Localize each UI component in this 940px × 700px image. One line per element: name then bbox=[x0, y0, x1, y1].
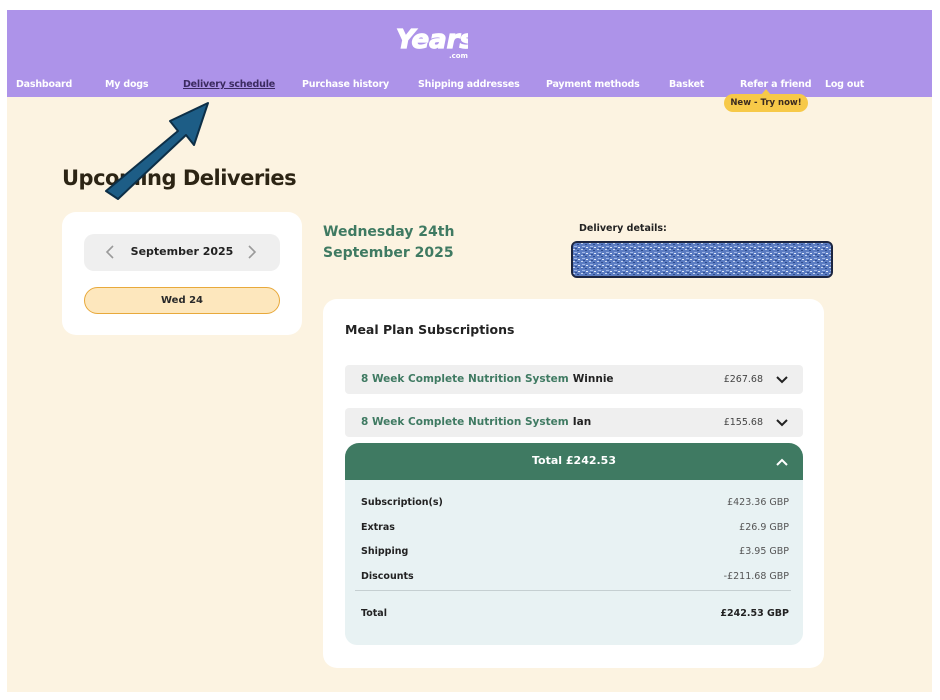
chevron-down-icon[interactable] bbox=[775, 373, 789, 387]
subscription-plan: 8 Week Complete Nutrition System Ian bbox=[361, 416, 592, 428]
breakdown-divider bbox=[355, 590, 791, 591]
next-month-icon[interactable] bbox=[242, 243, 260, 261]
years-logo[interactable]: Years .com bbox=[393, 20, 468, 60]
main-nav: Dashboard My dogs Delivery schedule Purc… bbox=[7, 79, 932, 93]
subscriptions-title: Meal Plan Subscriptions bbox=[345, 322, 515, 337]
subscription-plan: 8 Week Complete Nutrition System Winnie bbox=[361, 373, 614, 385]
nav-shipping-addresses[interactable]: Shipping addresses bbox=[418, 79, 520, 90]
breakdown-value: £26.9 GBP bbox=[739, 522, 789, 533]
logo-sub: .com bbox=[449, 52, 468, 60]
delivery-date-heading: Wednesday 24th September 2025 bbox=[323, 224, 455, 261]
breakdown-row: Extras £26.9 GBP bbox=[361, 522, 789, 536]
nav-payment-methods[interactable]: Payment methods bbox=[546, 79, 640, 90]
total-header: Total £242.53 bbox=[532, 454, 616, 467]
logo-text: Years bbox=[396, 25, 468, 55]
chevron-up-icon[interactable] bbox=[775, 455, 789, 469]
breakdown-row: Discounts -£211.68 GBP bbox=[361, 571, 789, 585]
subscription-dog: Ian bbox=[572, 416, 592, 428]
delivery-details-redacted bbox=[571, 241, 833, 278]
delivery-details-label: Delivery details: bbox=[579, 223, 667, 234]
nav-refer-a-friend[interactable]: Refer a friend bbox=[740, 79, 812, 90]
breakdown-total-label: Total bbox=[361, 608, 387, 619]
subscription-row[interactable]: 8 Week Complete Nutrition System Ian £155… bbox=[345, 408, 803, 437]
price-breakdown: Subscription(s) £423.36 GBP Extras £26.9… bbox=[345, 480, 803, 645]
breakdown-total-row: Total £242.53 GBP bbox=[361, 608, 789, 622]
calendar-card: September 2025 Wed 24 bbox=[62, 212, 302, 335]
site-header: Years .com Dashboard My dogs Delivery sc… bbox=[7, 10, 932, 97]
new-feature-badge: New - Try now! bbox=[724, 89, 808, 112]
subscriptions-card: Meal Plan Subscriptions 8 Week Complete … bbox=[323, 299, 824, 668]
delivery-day-button[interactable]: Wed 24 bbox=[84, 287, 280, 314]
breakdown-value: £3.95 GBP bbox=[739, 546, 789, 557]
nav-dashboard[interactable]: Dashboard bbox=[16, 79, 72, 90]
breakdown-total-value: £242.53 GBP bbox=[720, 608, 789, 619]
subscription-price: £267.68 bbox=[723, 374, 763, 385]
nav-my-dogs[interactable]: My dogs bbox=[105, 79, 149, 90]
breakdown-label: Shipping bbox=[361, 546, 409, 557]
annotation-arrow-icon bbox=[105, 102, 209, 200]
chevron-down-icon[interactable] bbox=[775, 416, 789, 430]
nav-log-out[interactable]: Log out bbox=[825, 79, 864, 90]
subscription-row[interactable]: 8 Week Complete Nutrition System Winnie £… bbox=[345, 365, 803, 394]
total-toggle[interactable]: Total £242.53 bbox=[345, 443, 803, 480]
subscription-price: £155.68 bbox=[723, 417, 763, 428]
breakdown-row: Subscription(s) £423.36 GBP bbox=[361, 497, 789, 511]
subscription-dog: Winnie bbox=[572, 373, 614, 385]
nav-delivery-schedule[interactable]: Delivery schedule bbox=[183, 79, 275, 90]
nav-purchase-history[interactable]: Purchase history bbox=[302, 79, 389, 90]
breakdown-value: -£211.68 GBP bbox=[723, 571, 789, 582]
breakdown-row: Shipping £3.95 GBP bbox=[361, 546, 789, 560]
redaction-pattern-icon bbox=[573, 243, 831, 276]
breakdown-label: Discounts bbox=[361, 571, 414, 582]
breakdown-label: Subscription(s) bbox=[361, 497, 443, 508]
page: Years .com Dashboard My dogs Delivery sc… bbox=[7, 10, 932, 692]
breakdown-value: £423.36 GBP bbox=[727, 497, 789, 508]
month-selector: September 2025 bbox=[84, 234, 280, 271]
breakdown-label: Extras bbox=[361, 522, 395, 533]
nav-basket[interactable]: Basket bbox=[669, 79, 704, 90]
